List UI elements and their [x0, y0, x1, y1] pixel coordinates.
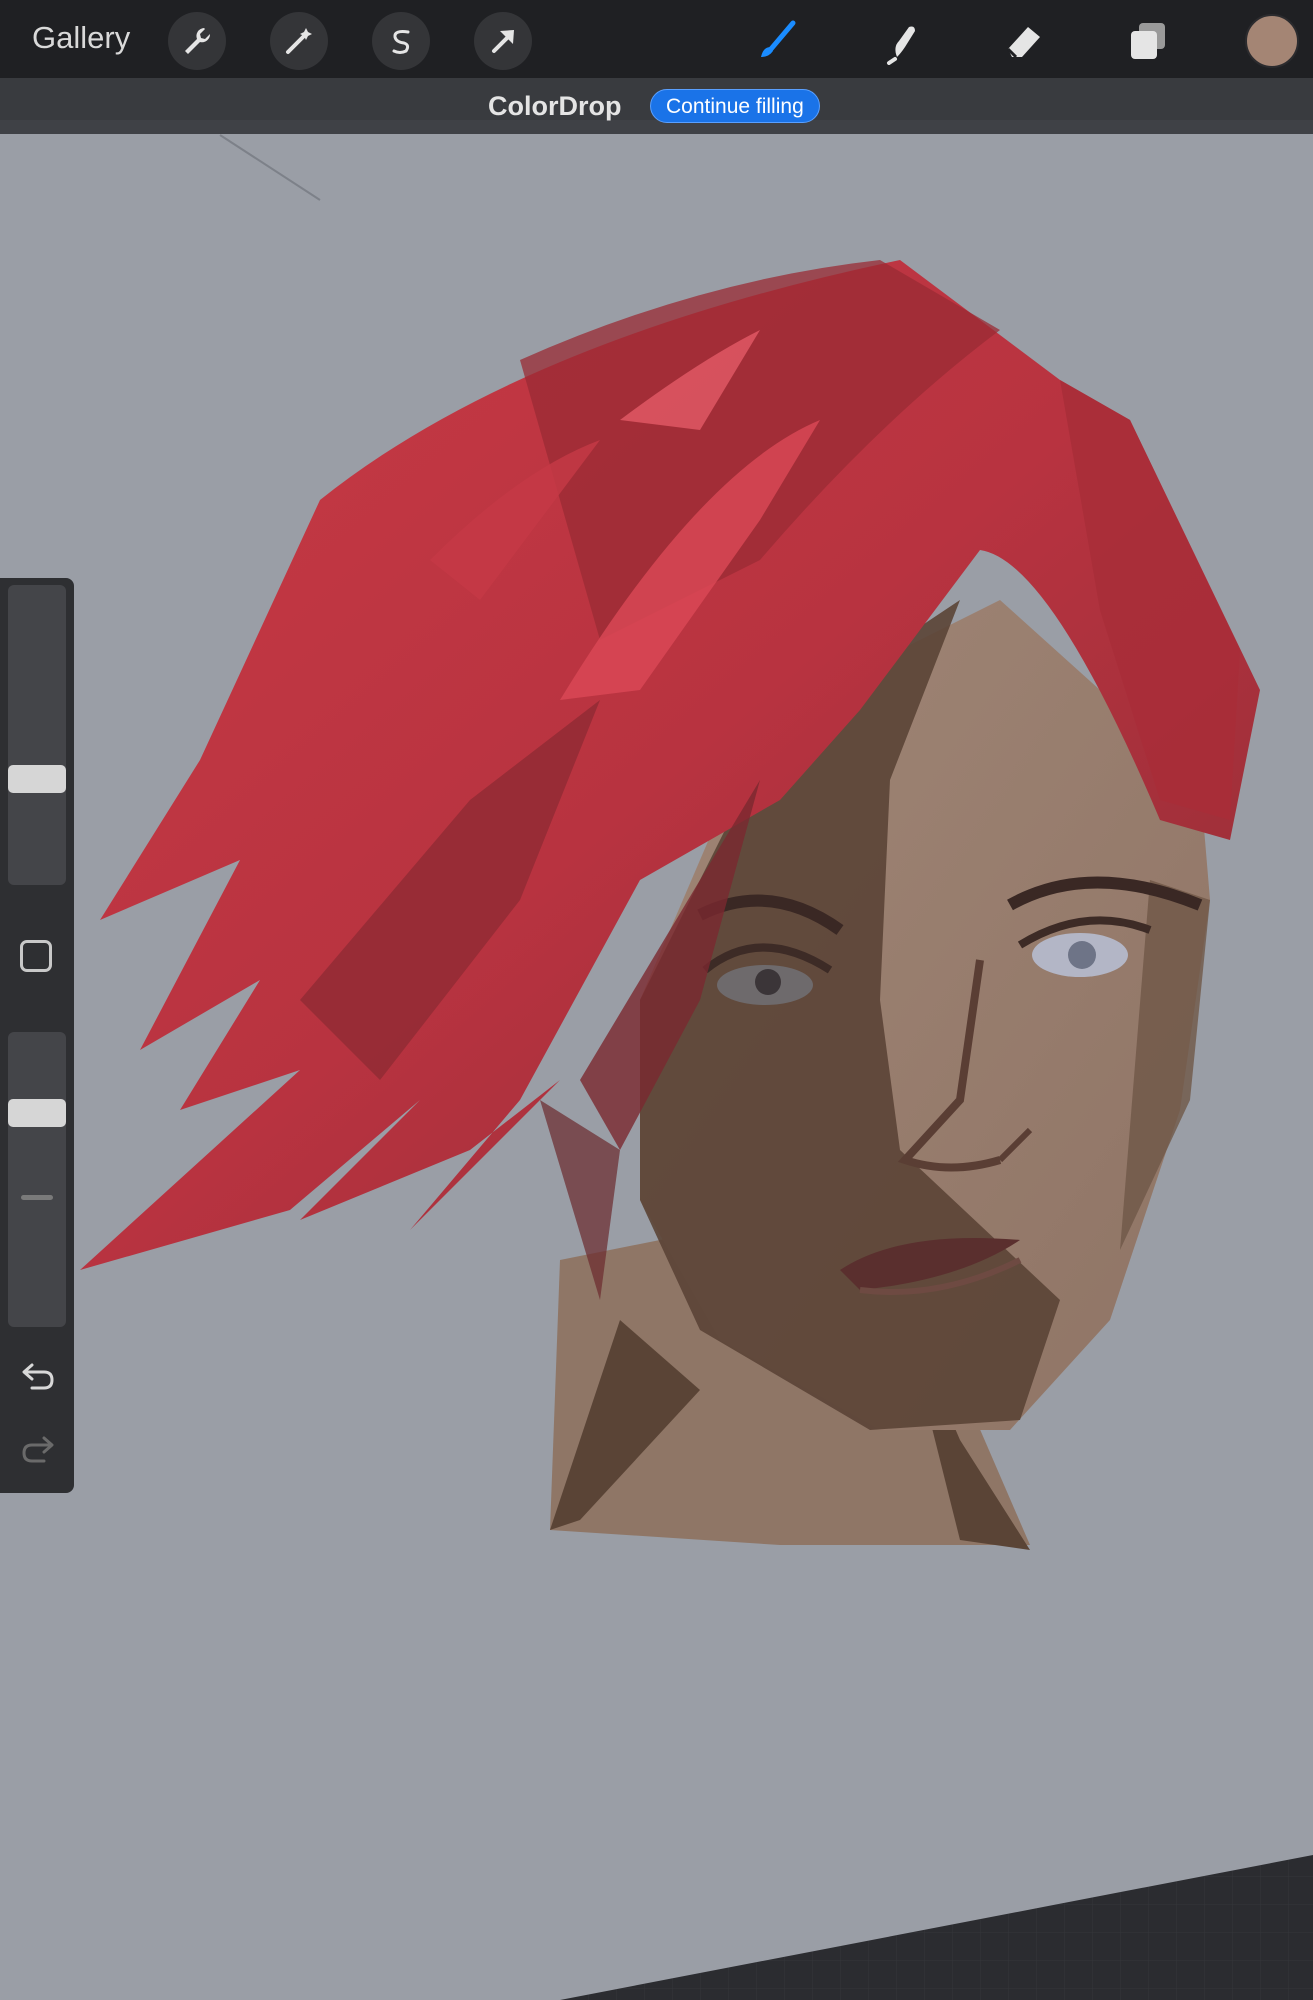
selection-button[interactable] [372, 12, 430, 70]
wrench-icon [185, 28, 211, 54]
drawing-canvas[interactable] [0, 0, 1313, 2000]
gallery-button[interactable]: Gallery [32, 18, 130, 58]
selection-s-icon [392, 30, 410, 54]
layers-icon [1131, 23, 1165, 59]
smudge-icon [887, 26, 915, 65]
smudge-tool-button[interactable] [870, 12, 928, 70]
slider-divider [21, 1195, 53, 1200]
adjustments-button[interactable] [270, 12, 328, 70]
actions-wrench-button[interactable] [168, 12, 226, 70]
eraser-icon [1006, 27, 1040, 59]
brush-size-thumb[interactable] [8, 765, 66, 793]
redo-icon[interactable] [18, 1428, 58, 1468]
brush-tool-button[interactable] [748, 12, 806, 70]
eraser-tool-button[interactable] [995, 12, 1053, 70]
magic-wand-icon [286, 28, 312, 54]
opacity-thumb[interactable] [8, 1099, 66, 1127]
transform-arrow-icon [492, 30, 514, 53]
undo-icon[interactable] [18, 1355, 58, 1395]
transform-button[interactable] [474, 12, 532, 70]
continue-filling-button[interactable]: Continue filling [650, 89, 820, 123]
square-icon[interactable] [20, 940, 52, 972]
top-toolbar: Gallery [0, 0, 1313, 78]
brush-icon [761, 20, 796, 57]
banner-title: ColorDrop [488, 91, 622, 121]
color-picker-swatch[interactable] [1245, 14, 1299, 68]
opacity-slider[interactable] [8, 1032, 66, 1327]
brush-size-slider[interactable] [8, 585, 66, 885]
layers-button[interactable] [1118, 12, 1176, 70]
artwork [0, 0, 1313, 2000]
